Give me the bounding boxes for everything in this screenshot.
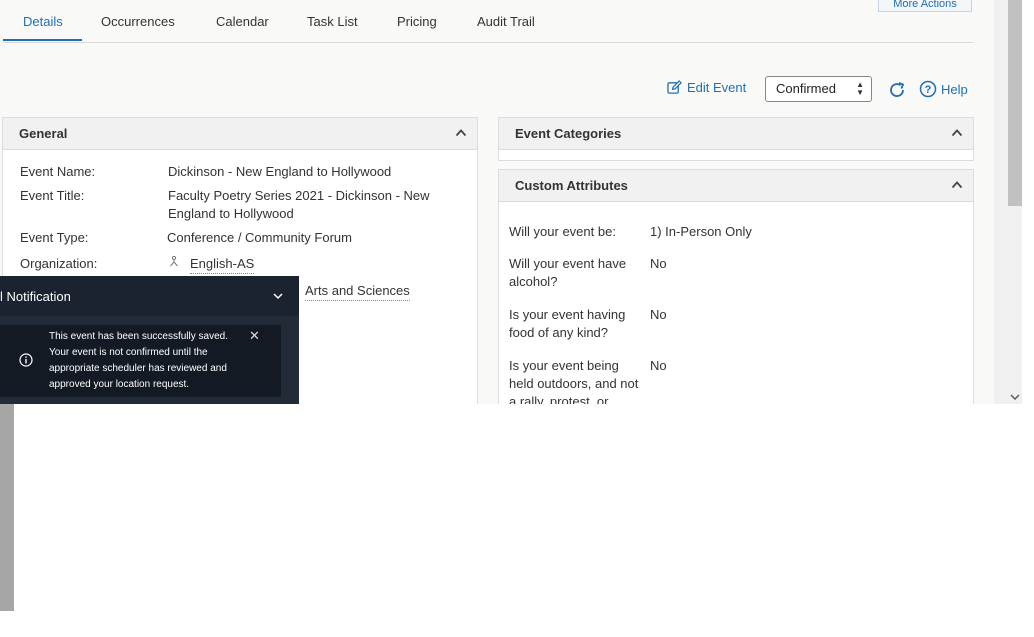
organization-label: Organization: <box>20 256 98 271</box>
help-label: Help <box>941 81 968 97</box>
scrollbar-thumb[interactable] <box>1008 0 1022 206</box>
active-tab-indicator <box>3 39 82 41</box>
status-select[interactable]: Confirmed ▲ ▼ <box>765 76 872 102</box>
event-categories-header[interactable]: Event Categories <box>499 118 973 150</box>
event-name-label: Event Name: <box>20 164 96 179</box>
select-arrows-icon: ▲ ▼ <box>856 80 864 97</box>
info-icon <box>19 353 33 367</box>
notification-message: This event has been successfully saved. … <box>49 331 228 390</box>
chevron-down-icon[interactable] <box>272 290 284 302</box>
parent-organization-link[interactable]: Arts and Sciences <box>305 282 410 301</box>
attr-answer: 1) In-Person Only <box>650 224 752 239</box>
event-categories-title: Event Categories <box>515 126 622 141</box>
notification-panel: l Notification This event has been succe… <box>0 276 299 404</box>
attr-question: Will your event have alcohol? <box>509 256 627 289</box>
tab-details[interactable]: Details <box>23 14 63 29</box>
event-type-value: Conference / Community Forum <box>167 230 352 245</box>
help-icon: ? <box>919 80 937 98</box>
org-hierarchy-icon <box>170 256 178 267</box>
event-title-value: Faculty Poetry Series 2021 - Dickinson -… <box>168 188 430 221</box>
event-title-label: Event Title: <box>20 188 85 203</box>
custom-attributes-panel: Custom Attributes Will your event be: 1)… <box>498 169 974 404</box>
attr-question: Is your event being held outdoors, and n… <box>509 358 639 404</box>
event-categories-panel: Event Categories <box>498 117 974 161</box>
notification-title: l Notification <box>0 289 71 304</box>
attr-answer: No <box>650 256 667 271</box>
general-panel-header[interactable]: General <box>3 118 477 150</box>
svg-text:?: ? <box>925 84 932 96</box>
left-edge-strip <box>0 404 14 611</box>
chevron-up-icon[interactable] <box>951 179 963 191</box>
edit-event-label: Edit Event <box>687 80 747 95</box>
organization-link[interactable]: English-AS <box>190 255 255 274</box>
custom-attributes-title: Custom Attributes <box>515 178 628 193</box>
attr-question: Will your event be: <box>509 224 616 239</box>
tab-pricing[interactable]: Pricing <box>397 14 437 29</box>
attr-answer: No <box>650 307 667 322</box>
more-actions-button[interactable]: More Actions <box>878 0 972 12</box>
scroll-down-arrow-icon[interactable] <box>1008 390 1022 404</box>
refresh-icon[interactable] <box>887 80 907 100</box>
custom-attributes-header[interactable]: Custom Attributes <box>499 170 973 202</box>
edit-event-button[interactable]: Edit Event <box>667 80 746 95</box>
tab-occurrences[interactable]: Occurrences <box>101 14 175 29</box>
event-type-label: Event Type: <box>20 230 89 245</box>
attr-answer: No <box>650 358 667 373</box>
chevron-up-icon[interactable] <box>951 127 963 139</box>
notification-header[interactable]: l Notification <box>0 276 299 316</box>
help-button[interactable]: ? Help <box>919 80 968 98</box>
tab-task-list[interactable]: Task List <box>307 14 358 29</box>
tab-bar: Details Occurrences Calendar Task List P… <box>3 0 973 43</box>
tab-calendar[interactable]: Calendar <box>216 14 269 29</box>
event-name-value: Dickinson - New England to Hollywood <box>168 164 392 179</box>
status-value: Confirmed <box>776 81 836 96</box>
attr-question: Is your event having food of any kind? <box>509 307 626 340</box>
tab-audit-trail[interactable]: Audit Trail <box>477 14 535 29</box>
chevron-up-icon[interactable] <box>455 127 467 139</box>
close-icon[interactable]: ✕ <box>249 328 260 344</box>
edit-icon <box>667 80 682 94</box>
notification-toast: This event has been successfully saved. … <box>0 325 281 397</box>
general-panel-title: General <box>19 126 68 141</box>
viewport: Details Occurrences Calendar Task List P… <box>0 0 1022 404</box>
